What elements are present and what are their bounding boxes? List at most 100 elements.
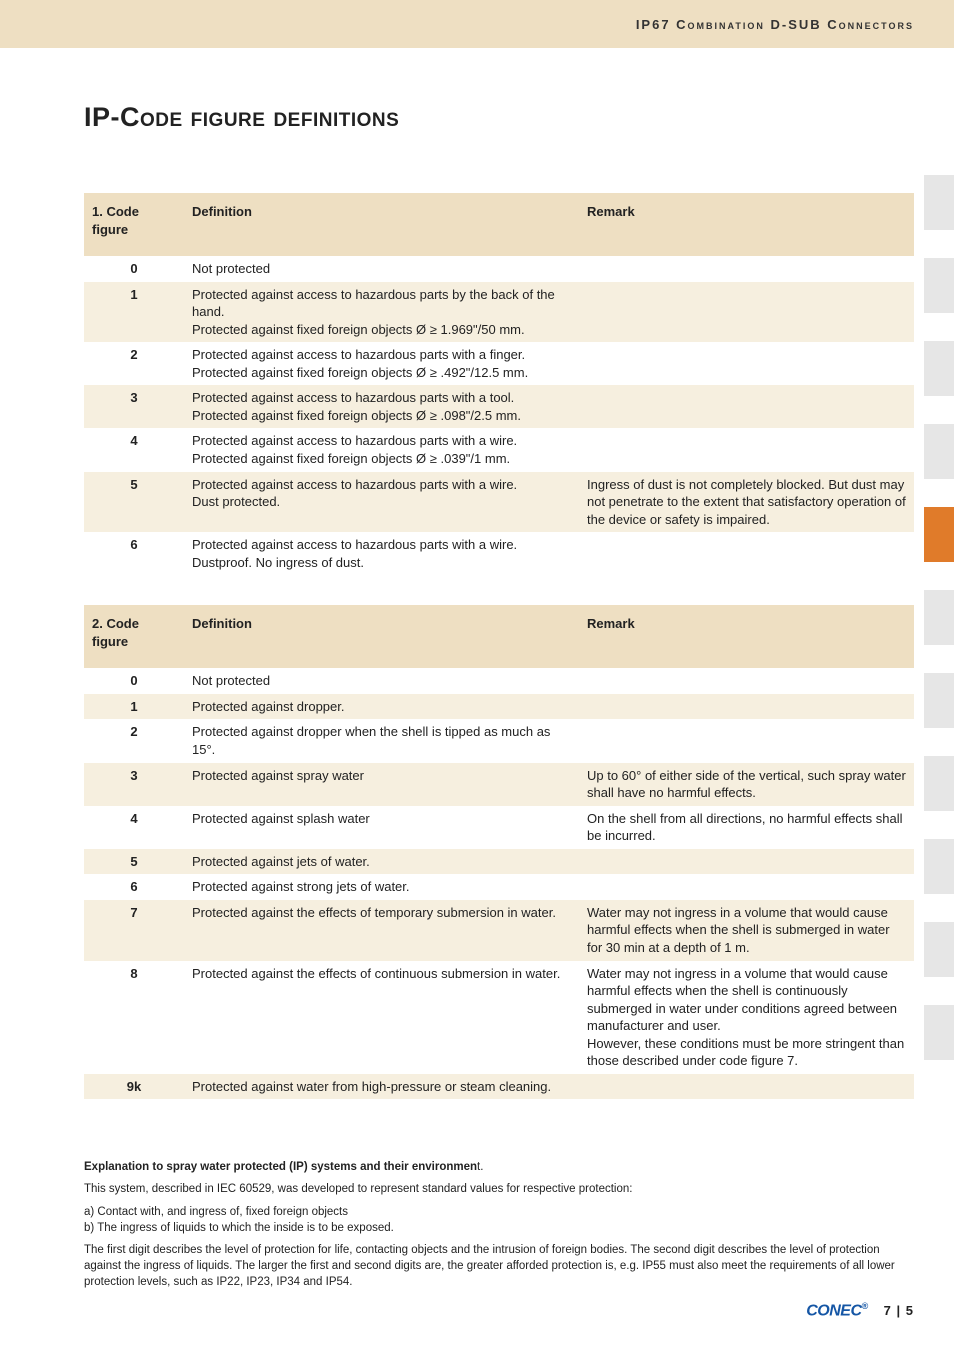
page-title: IP-Code figure definitions <box>84 102 914 133</box>
side-tab[interactable] <box>924 839 954 894</box>
cell-code: 0 <box>84 668 184 694</box>
cell-code: 5 <box>84 849 184 875</box>
cell-code: 3 <box>84 763 184 806</box>
side-tab[interactable] <box>924 1005 954 1060</box>
table-row: 4Protected against access to hazardous p… <box>84 428 914 471</box>
cell-code: 3 <box>84 385 184 428</box>
th-code: 1. Code figure <box>84 193 184 256</box>
cell-remark <box>579 694 914 720</box>
content: IP-Code figure definitions 1. Code figur… <box>0 48 954 1290</box>
explain-p2: The first digit describes the level of p… <box>84 1242 914 1290</box>
side-tab[interactable] <box>924 341 954 396</box>
table-row: 0Not protected <box>84 668 914 694</box>
cell-remark: Water may not ingress in a volume that w… <box>579 961 914 1074</box>
table-code-figure-2: 2. Code figure Definition Remark 0Not pr… <box>84 605 914 1099</box>
table-row: 1Protected against access to hazardous p… <box>84 282 914 343</box>
cell-code: 1 <box>84 694 184 720</box>
cell-remark <box>579 874 914 900</box>
explain-heading: Explanation to spray water protected (IP… <box>84 1159 914 1175</box>
explain-p1: This system, described in IEC 60529, was… <box>84 1181 914 1197</box>
side-tab[interactable] <box>924 673 954 728</box>
cell-remark: Water may not ingress in a volume that w… <box>579 900 914 961</box>
table-row: 2Protected against dropper when the shel… <box>84 719 914 762</box>
explanation-block: Explanation to spray water protected (IP… <box>84 1159 914 1290</box>
table-row: 6Protected against access to hazardous p… <box>84 532 914 575</box>
table-row: 2Protected against access to hazardous p… <box>84 342 914 385</box>
table-row: 4Protected against splash waterOn the sh… <box>84 806 914 849</box>
cell-code: 5 <box>84 472 184 533</box>
cell-definition: Protected against strong jets of water. <box>184 874 579 900</box>
table-row: 5Protected against access to hazardous p… <box>84 472 914 533</box>
cell-definition: Protected against the effects of tempora… <box>184 900 579 961</box>
table-row: 7Protected against the effects of tempor… <box>84 900 914 961</box>
cell-code: 2 <box>84 342 184 385</box>
cell-remark <box>579 385 914 428</box>
cell-remark <box>579 668 914 694</box>
cell-code: 6 <box>84 874 184 900</box>
cell-remark <box>579 1074 914 1100</box>
cell-definition: Protected against splash water <box>184 806 579 849</box>
cell-remark <box>579 532 914 575</box>
cell-definition: Protected against dropper when the shell… <box>184 719 579 762</box>
cell-remark: Ingress of dust is not completely blocke… <box>579 472 914 533</box>
th-definition: Definition <box>184 605 579 668</box>
cell-definition: Not protected <box>184 256 579 282</box>
footer: CONEC® 7 | 5 <box>806 1301 914 1320</box>
cell-remark <box>579 282 914 343</box>
cell-remark <box>579 428 914 471</box>
th-remark: Remark <box>579 605 914 668</box>
side-tab[interactable] <box>924 756 954 811</box>
cell-definition: Protected against spray water <box>184 763 579 806</box>
side-tab[interactable] <box>924 175 954 230</box>
cell-definition: Protected against dropper. <box>184 694 579 720</box>
cell-code: 0 <box>84 256 184 282</box>
table-code-figure-1: 1. Code figure Definition Remark 0Not pr… <box>84 193 914 575</box>
cell-definition: Not protected <box>184 668 579 694</box>
cell-code: 2 <box>84 719 184 762</box>
table-row: 1Protected against dropper. <box>84 694 914 720</box>
cell-definition: Protected against water from high-pressu… <box>184 1074 579 1100</box>
page: IP67 Combination D-SUB Connectors IP-Cod… <box>0 0 954 1350</box>
cell-remark: On the shell from all directions, no har… <box>579 806 914 849</box>
cell-definition: Protected against access to hazardous pa… <box>184 472 579 533</box>
th-code: 2. Code figure <box>84 605 184 668</box>
th-remark: Remark <box>579 193 914 256</box>
side-tab[interactable] <box>924 258 954 313</box>
explain-heading-bold: Explanation to spray water protected (IP… <box>84 1161 477 1173</box>
table-row: 9kProtected against water from high-pres… <box>84 1074 914 1100</box>
side-tab[interactable] <box>924 922 954 977</box>
header-category: IP67 Combination D-SUB Connectors <box>636 17 914 32</box>
explain-heading-tail: t. <box>477 1161 483 1173</box>
table-row: 3Protected against access to hazardous p… <box>84 385 914 428</box>
cell-code: 7 <box>84 900 184 961</box>
cell-definition: Protected against access to hazardous pa… <box>184 385 579 428</box>
cell-definition: Protected against access to hazardous pa… <box>184 428 579 471</box>
table-row: 6Protected against strong jets of water. <box>84 874 914 900</box>
table-row: 3Protected against spray waterUp to 60° … <box>84 763 914 806</box>
table-row: 8Protected against the effects of contin… <box>84 961 914 1074</box>
header-band: IP67 Combination D-SUB Connectors <box>0 0 954 48</box>
cell-definition: Protected against the effects of continu… <box>184 961 579 1074</box>
cell-definition: Protected against access to hazardous pa… <box>184 282 579 343</box>
side-tab[interactable] <box>924 590 954 645</box>
table-row: 0Not protected <box>84 256 914 282</box>
cell-remark <box>579 849 914 875</box>
side-tab[interactable] <box>924 507 954 562</box>
cell-remark: Up to 60° of either side of the vertical… <box>579 763 914 806</box>
brand-logo: CONEC® <box>806 1301 867 1320</box>
cell-code: 6 <box>84 532 184 575</box>
explain-b: b) The ingress of liquids to which the i… <box>84 1220 914 1236</box>
cell-definition: Protected against jets of water. <box>184 849 579 875</box>
cell-remark <box>579 342 914 385</box>
cell-definition: Protected against access to hazardous pa… <box>184 532 579 575</box>
cell-code: 8 <box>84 961 184 1074</box>
cell-code: 1 <box>84 282 184 343</box>
side-tab[interactable] <box>924 424 954 479</box>
cell-remark <box>579 256 914 282</box>
explain-a: a) Contact with, and ingress of, fixed f… <box>84 1204 914 1220</box>
cell-remark <box>579 719 914 762</box>
cell-code: 4 <box>84 806 184 849</box>
cell-code: 4 <box>84 428 184 471</box>
th-definition: Definition <box>184 193 579 256</box>
table-row: 5Protected against jets of water. <box>84 849 914 875</box>
